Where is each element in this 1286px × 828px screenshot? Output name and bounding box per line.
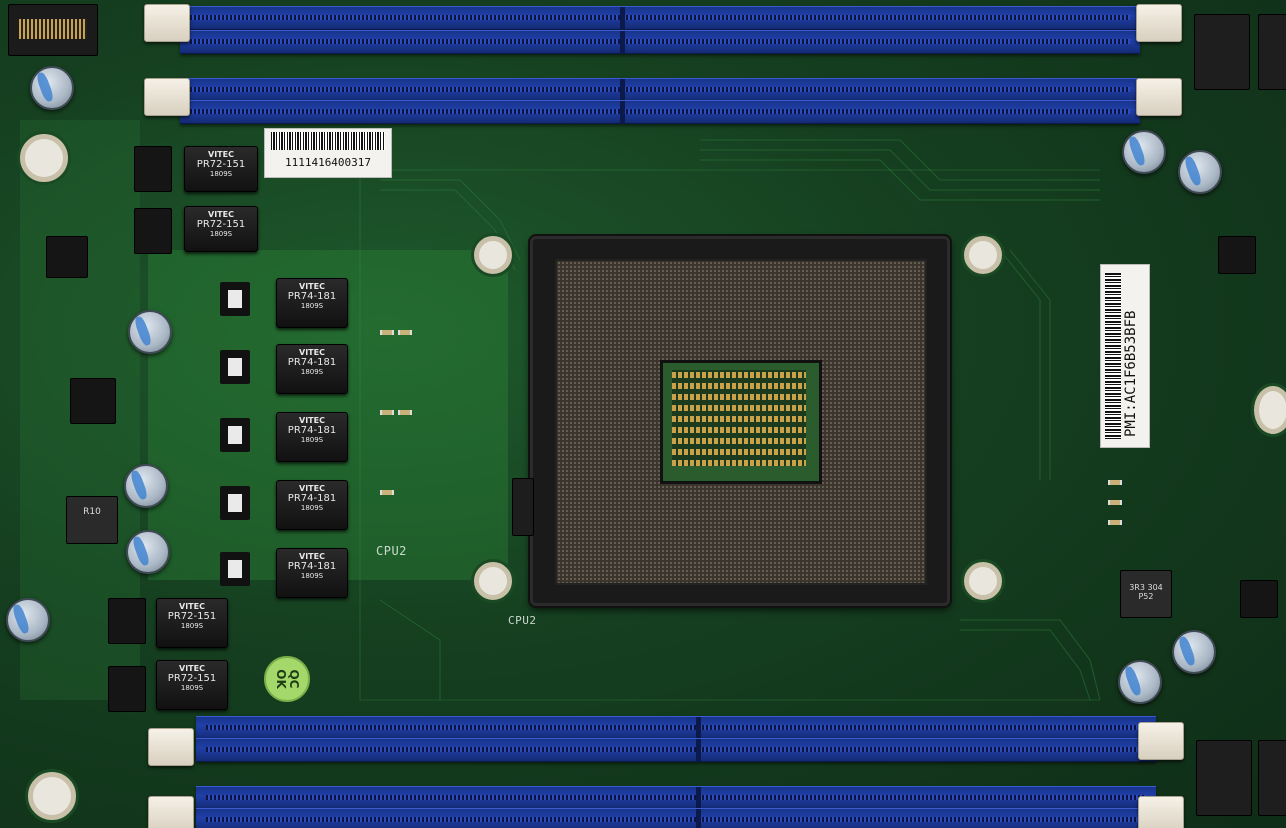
dimm-latch-top-right-1[interactable]	[1136, 4, 1182, 42]
mosfet-2	[220, 350, 250, 384]
smd-8	[1108, 520, 1122, 525]
inductor-4: VITEC PR74-181 1809S	[276, 344, 348, 394]
dimm-latch-bottom-right-1[interactable]	[1138, 722, 1184, 760]
capacitor-3	[124, 464, 168, 508]
socket-hole-br	[964, 562, 1002, 600]
inductor-2: VITEC PR72-151 1809S	[184, 206, 258, 252]
smd-5	[380, 490, 394, 495]
smd-2	[398, 330, 412, 335]
inductor-9: VITEC PR72-151 1809S	[156, 660, 228, 710]
mosfet-5	[220, 552, 250, 586]
motherboard-photo: 1111416400317 PMI:AC1F6B53BFB CPU2 CPU2 …	[0, 0, 1286, 828]
mounting-hole-right	[1254, 386, 1286, 434]
dimm-slot-bottom-3[interactable]	[196, 786, 1156, 810]
mosfet-4	[220, 486, 250, 520]
mosfet-left-4	[108, 666, 146, 712]
mosfet-left-2	[134, 208, 172, 254]
mosfet-1	[220, 282, 250, 316]
socket-hole-bl	[474, 562, 512, 600]
inductor-right-3	[1196, 740, 1252, 816]
dimm-slot-bottom-4[interactable]	[196, 808, 1156, 828]
smd-6	[1108, 480, 1122, 485]
inductor-5: VITEC PR74-181 1809S	[276, 412, 348, 462]
dimm-latch-bottom-right-2[interactable]	[1138, 796, 1184, 828]
dimm-latch-top-right-2[interactable]	[1136, 78, 1182, 116]
mounting-hole-bottom-left	[28, 772, 76, 820]
inductor-1: VITEC PR72-151 1809S	[184, 146, 258, 192]
capacitor-1	[30, 66, 74, 110]
capacitor-9	[1118, 660, 1162, 704]
pmi-label: PMI:AC1F6B53BFB	[1100, 264, 1150, 448]
dimm-slot-top-1[interactable]	[180, 6, 1140, 30]
inductor-8: VITEC PR72-151 1809S	[156, 598, 228, 648]
pmi-text: PMI:AC1F6B53BFB	[1123, 310, 1139, 437]
capacitor-2	[128, 310, 172, 354]
silk-cpu2-b: CPU2	[508, 614, 537, 627]
socket-hole-tl	[474, 236, 512, 274]
smd-4	[398, 410, 412, 415]
socket-lever-tab[interactable]	[512, 478, 534, 536]
capacitor-7	[1178, 150, 1222, 194]
capacitor-8	[1172, 630, 1216, 674]
inductor-6: VITEC PR74-181 1809S	[276, 480, 348, 530]
ic-right-1	[1218, 236, 1256, 274]
inductor-right-4	[1258, 740, 1286, 816]
qc-ok-sticker: QC OK	[264, 656, 310, 702]
dimm-latch-top-left-2[interactable]	[144, 78, 190, 116]
ic-left-1	[70, 378, 116, 424]
capacitor-5	[6, 598, 50, 642]
socket-hole-tr	[964, 236, 1002, 274]
inductor-right-1	[1194, 14, 1250, 90]
barcode-label: 1111416400317	[264, 128, 392, 178]
dimm-slot-top-2[interactable]	[180, 30, 1140, 54]
ic-left-2	[46, 236, 88, 278]
mosfet-left-3	[108, 598, 146, 644]
dimm-latch-bottom-left-2[interactable]	[148, 796, 194, 828]
barcode	[271, 132, 385, 150]
inductor-right-2	[1258, 14, 1286, 90]
mounting-hole-top-left	[20, 134, 68, 182]
inductor-r10: R10	[66, 496, 118, 544]
dimm-slot-top-3[interactable]	[180, 78, 1140, 102]
mosfet-3	[220, 418, 250, 452]
smd-7	[1108, 500, 1122, 505]
connector-header	[8, 4, 98, 56]
mosfet-left-1	[134, 146, 172, 192]
ic-right-2	[1240, 580, 1278, 618]
dimm-slot-top-4[interactable]	[180, 100, 1140, 124]
dimm-slot-bottom-2[interactable]	[196, 738, 1156, 762]
smd-1	[380, 330, 394, 335]
dimm-latch-bottom-left-1[interactable]	[148, 728, 194, 766]
capacitor-6	[1122, 130, 1166, 174]
dimm-latch-top-left-1[interactable]	[144, 4, 190, 42]
smd-3	[380, 410, 394, 415]
inductor-7: VITEC PR74-181 1809S	[276, 548, 348, 598]
dimm-slot-bottom-1[interactable]	[196, 716, 1156, 740]
silk-cpu2: CPU2	[376, 544, 407, 558]
barcode-number: 1111416400317	[284, 156, 372, 169]
inductor-3: VITEC PR74-181 1809S	[276, 278, 348, 328]
inductor-3r3: 3R3 304 P52	[1120, 570, 1172, 618]
socket-center-pads	[672, 370, 806, 466]
capacitor-4	[126, 530, 170, 574]
